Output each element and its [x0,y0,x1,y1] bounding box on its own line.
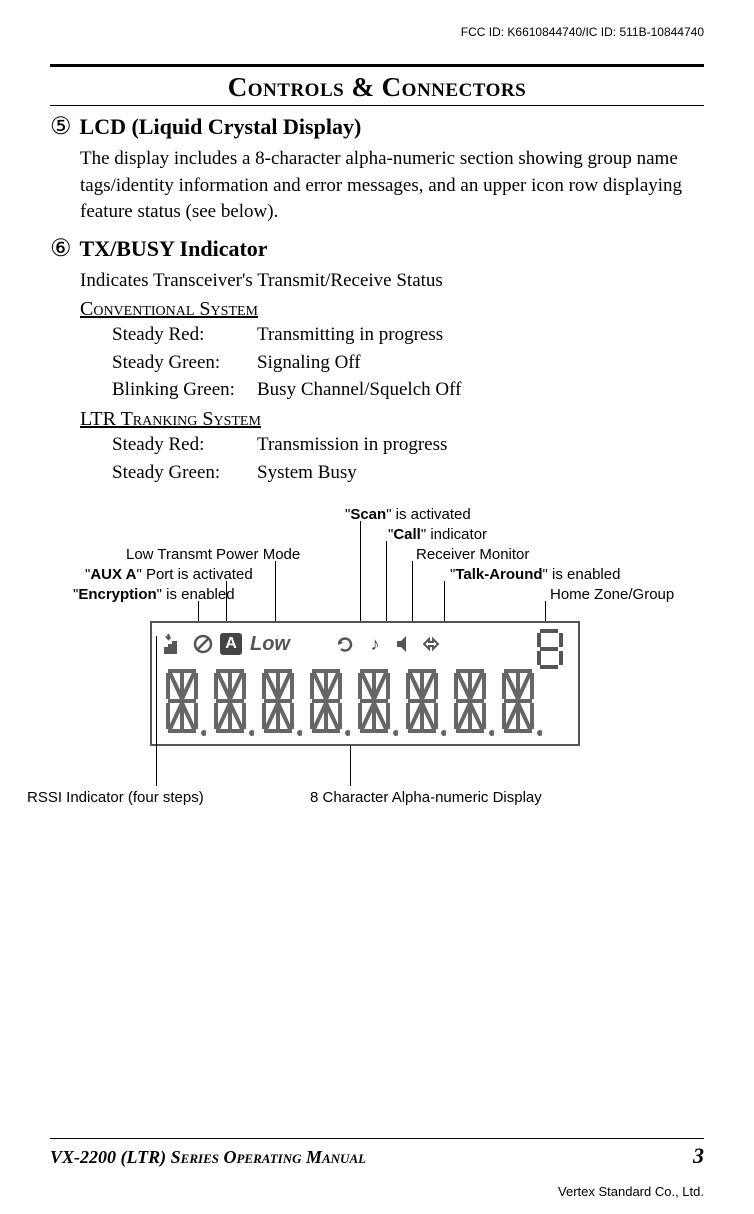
seg-char [208,665,254,737]
section-number-5: ⑤ [50,115,72,139]
status-value: Busy Channel/Squelch Off [257,376,461,404]
divider [50,64,704,67]
status-row: Steady Green: System Busy [112,459,704,487]
aux-a-icon: A [220,633,242,655]
footer-divider [50,1138,704,1139]
low-power-text: Low [250,633,290,656]
seg-char [304,665,350,737]
callout-call: "Call" indicator [388,526,487,543]
callout-talk: "Talk-Around" is enabled [450,566,620,583]
callout-line [156,636,157,786]
callout-receiver: Receiver Monitor [416,546,529,563]
callout-rssi: RSSI Indicator (four steps) [27,789,204,806]
callout-eight-char: 8 Character Alpha-numeric Display [310,789,542,806]
section-txbusy: ⑥ TX/BUSY Indicator Indicates Transceive… [50,236,704,486]
receiver-monitor-icon [392,631,418,657]
status-row: Steady Green: Signaling Off [112,349,704,377]
page-title: Controls & Connectors [50,69,704,105]
divider [50,105,704,106]
status-label: Steady Red: [112,321,257,349]
section-body: The display includes a 8-character alpha… [80,146,704,226]
section-heading: ⑥ TX/BUSY Indicator [50,236,704,262]
fcc-id-text: FCC ID: K6610844740/IC ID: 511B-10844740 [50,25,704,39]
manual-title: VX-2200 (LTR) Series Operating Manual [50,1147,366,1168]
section-number-6: ⑥ [50,237,72,261]
status-value: Transmission in progress [257,431,447,459]
callout-line [350,746,351,786]
seg-char [256,665,302,737]
status-row: Steady Red: Transmission in progress [112,431,704,459]
seg-char [400,665,446,737]
footer: VX-2200 (LTR) Series Operating Manual 3 [50,1138,704,1169]
seg-char [352,665,398,737]
seg-char [448,665,494,737]
status-value: Transmitting in progress [257,321,443,349]
encryption-icon [190,631,216,657]
seg-char [160,665,206,737]
scan-icon [332,631,358,657]
section-heading: ⑤ LCD (Liquid Crystal Display) [50,114,704,140]
system-heading-conventional: Conventional System [80,298,704,321]
rssi-icon [160,631,186,657]
callout-aux: "AUX A" Port is activated [85,566,253,583]
seg-char [496,665,542,737]
status-value: Signaling Off [257,349,361,377]
status-label: Steady Green: [112,349,257,377]
section-title: TX/BUSY Indicator [80,236,268,262]
callout-home: Home Zone/Group [550,586,674,603]
call-icon: ♪ [362,631,388,657]
callout-encryption: "Encryption" is enabled [73,586,235,603]
status-row: Blinking Green: Busy Channel/Squelch Off [112,376,704,404]
section-title: LCD (Liquid Crystal Display) [80,114,362,140]
seg-digit-8 [534,627,566,671]
section-body: Indicates Transceiver's Transmit/Receive… [80,268,704,295]
status-label: Blinking Green: [112,376,257,404]
callout-scan: "Scan" is activated [345,506,471,523]
status-label: Steady Red: [112,431,257,459]
lcd-display: A Low ♪ [150,621,580,746]
status-row: Steady Red: Transmitting in progress [112,321,704,349]
lcd-icon-row: A Low ♪ [160,627,570,661]
status-value: System Busy [257,459,357,487]
system-heading-ltr: LTR Tranking System [80,408,704,431]
lcd-char-row [160,661,570,740]
company-name: Vertex Standard Co., Ltd. [558,1184,704,1199]
talk-around-icon [422,631,448,657]
page-number: 3 [693,1143,704,1169]
callout-line [360,521,361,636]
status-label: Steady Green: [112,459,257,487]
section-lcd: ⑤ LCD (Liquid Crystal Display) The displ… [50,114,704,226]
lcd-figure: "Scan" is activated "Call" indicator Low… [50,506,650,826]
